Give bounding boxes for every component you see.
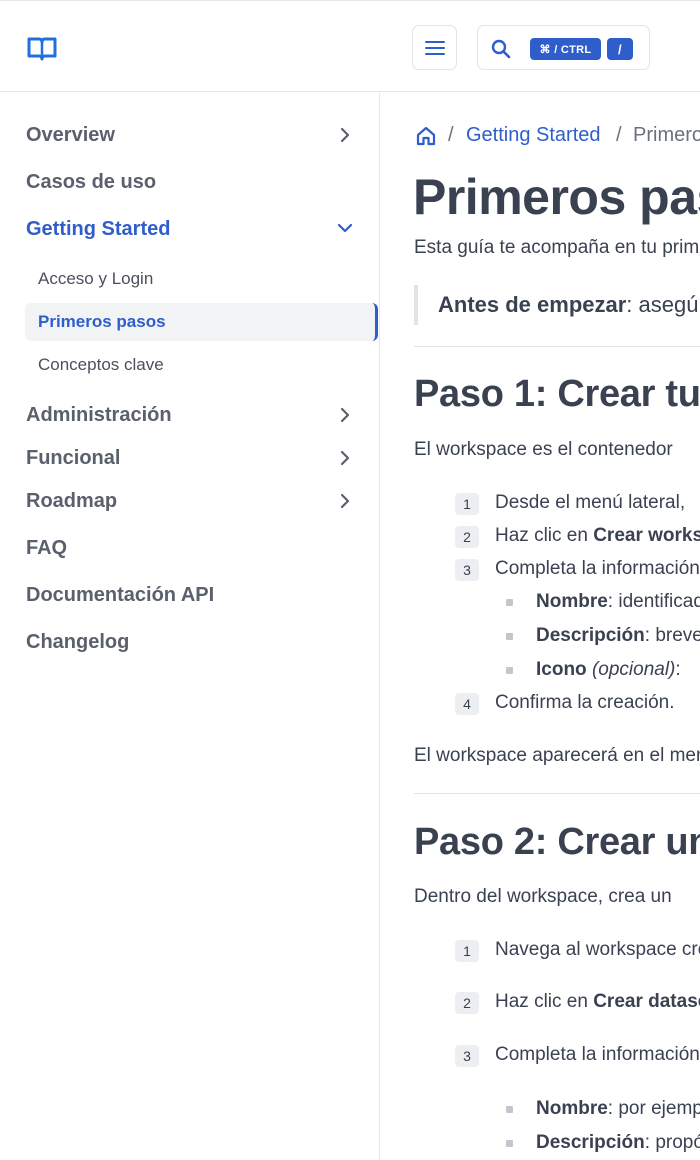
shortcut-kbd: ⌘ / CTRL — [530, 38, 601, 60]
callout-bold: Antes de empezar — [438, 292, 627, 317]
chevron-right-icon[interactable] — [336, 449, 354, 467]
step1-description: El workspace es el contenedor — [414, 439, 673, 460]
menu-toggle-button[interactable] — [412, 25, 457, 70]
sidebar-item-roadmap[interactable]: Roadmap — [26, 487, 117, 515]
callout-bar — [414, 285, 418, 325]
breadcrumb-link-getting-started[interactable]: Getting Started — [466, 124, 601, 147]
home-icon[interactable] — [415, 125, 437, 147]
breadcrumb-current: Primeros pasos — [633, 124, 700, 146]
chevron-right-icon[interactable] — [336, 406, 354, 424]
intro-text: Esta guía te acompaña en tu primer — [414, 237, 700, 258]
sidebar-item-getting-started[interactable]: Getting Started — [26, 215, 170, 243]
search-icon — [491, 39, 511, 59]
sidebar-item-documentacion-api[interactable]: Documentación API — [26, 581, 214, 609]
chevron-right-icon[interactable] — [336, 126, 354, 144]
search-button[interactable]: ⌘ / CTRL / — [477, 25, 650, 70]
list-item: Completa la información — [495, 558, 700, 579]
sidebar-item-funcional[interactable]: Funcional — [26, 444, 120, 472]
step-number: 3 — [455, 559, 479, 581]
bullet-marker — [506, 667, 513, 674]
list-item: Navega al workspace creado — [495, 939, 700, 960]
divider — [414, 793, 700, 794]
list-item: Haz clic en Crear dataset — [495, 991, 700, 1012]
page-title: Primeros pasos — [413, 169, 700, 225]
list-item: Haz clic en Crear workspace — [495, 525, 700, 546]
sidebar-item-casos-de-uso[interactable]: Casos de uso — [26, 168, 156, 196]
book-logo-icon[interactable] — [26, 34, 58, 62]
sidebar-subitem-conceptos-clave[interactable]: Conceptos clave — [38, 353, 164, 377]
list-item: Icono (opcional): — [536, 659, 681, 680]
list-item: Completa la información — [495, 1044, 700, 1065]
step-number: 1 — [455, 493, 479, 515]
sidebar-subitem-primeros-pasos[interactable]: Primeros pasos — [38, 310, 166, 334]
step-number: 2 — [455, 992, 479, 1014]
callout-text: : asegúrate — [626, 292, 700, 317]
step1-heading: Paso 1: Crear tu workspace — [414, 373, 700, 415]
top-header: ⌘ / CTRL / — [0, 0, 700, 92]
callout: Antes de empezar: asegúrate — [438, 292, 700, 318]
step-number: 3 — [455, 1045, 479, 1067]
hamburger-icon — [424, 40, 445, 55]
step-number: 4 — [455, 693, 479, 715]
sidebar-item-overview[interactable]: Overview — [26, 121, 115, 149]
sidebar-item-administracion[interactable]: Administración — [26, 401, 172, 429]
main-content: / Getting Started / Primeros pasos Prime… — [381, 93, 700, 1160]
list-item: Nombre: por ejemplo — [536, 1098, 700, 1119]
list-item: Descripción: breve — [536, 625, 700, 646]
shortcut-key-kbd: / — [607, 38, 633, 60]
sidebar-item-faq[interactable]: FAQ — [26, 534, 67, 562]
breadcrumb-separator: / — [616, 124, 622, 146]
step2-description: Dentro del workspace, crea un — [414, 886, 672, 907]
step-number: 2 — [455, 526, 479, 548]
sidebar-item-changelog[interactable]: Changelog — [26, 628, 129, 656]
list-item: Desde el menú lateral, — [495, 492, 686, 513]
step2-heading: Paso 2: Crear un dataset — [414, 821, 700, 863]
divider — [414, 346, 700, 347]
chevron-right-icon[interactable] — [336, 492, 354, 510]
list-item: Confirma la creación. — [495, 692, 675, 713]
sidebar-subitem-acceso-login[interactable]: Acceso y Login — [38, 267, 153, 291]
bullet-marker — [506, 633, 513, 640]
bullet-marker — [506, 1106, 513, 1113]
list-item: Descripción: propósito — [536, 1132, 700, 1153]
sidebar-nav: Overview Casos de uso Getting Started Ac… — [0, 93, 380, 1160]
bullet-marker — [506, 1140, 513, 1147]
breadcrumb-separator: / — [448, 124, 454, 146]
step-number: 1 — [455, 940, 479, 962]
bullet-marker — [506, 599, 513, 606]
list-item: Nombre: identificador — [536, 591, 700, 612]
step1-after-text: El workspace aparecerá en el menú — [414, 745, 700, 766]
chevron-down-icon[interactable] — [336, 219, 354, 237]
